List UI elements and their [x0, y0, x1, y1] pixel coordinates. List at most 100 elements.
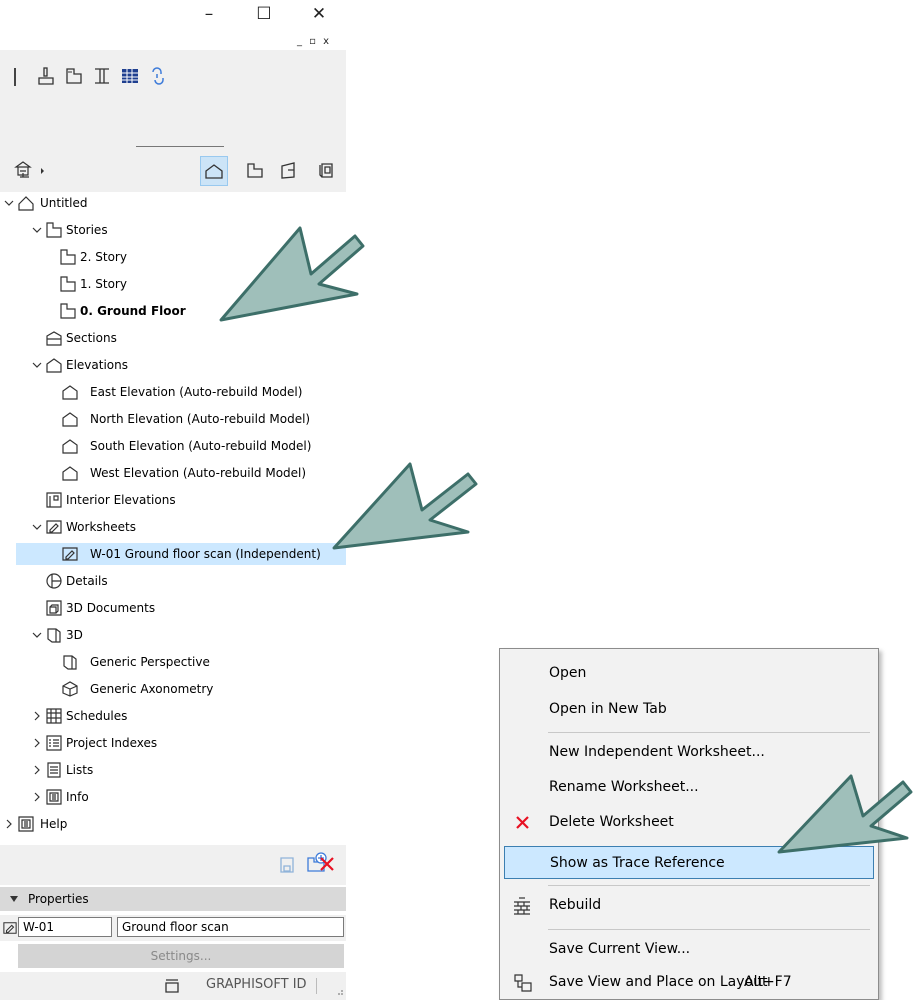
3d-icon: [47, 628, 61, 643]
settings-button[interactable]: Settings...: [18, 944, 344, 968]
worksheet-icon: [3, 922, 17, 934]
menu-item-open-new-tab[interactable]: Open in New Tab: [504, 693, 874, 726]
tree-label: Info: [66, 790, 89, 804]
tree-label: Worksheets: [66, 520, 136, 534]
tree-item-generic-perspective[interactable]: Generic Perspective: [0, 651, 346, 673]
save-place-layout-icon: [514, 974, 532, 992]
tree-label: Details: [66, 574, 108, 588]
tree-label: Sections: [66, 331, 117, 345]
tree-item-details[interactable]: Details: [0, 570, 346, 592]
menu-label: New Independent Worksheet...: [549, 744, 765, 760]
story-icon: [60, 303, 76, 319]
tree-item-worksheets[interactable]: Worksheets: [0, 516, 346, 538]
tree-item-north-elevation[interactable]: North Elevation (Auto-rebuild Model): [0, 408, 346, 430]
layout-book-icon: [281, 162, 295, 179]
grid-icon[interactable]: [120, 66, 140, 86]
detail-icon: [46, 573, 62, 589]
perspective-icon: [63, 655, 77, 670]
tree-item-untitled[interactable]: Untitled: [0, 192, 346, 214]
elevation-icon: [46, 358, 62, 373]
properties-header[interactable]: Properties: [0, 887, 346, 911]
project-map-button[interactable]: [200, 156, 228, 186]
tree-label: W-01 Ground floor scan (Independent): [90, 547, 321, 561]
chevron-right-icon[interactable]: [4, 813, 14, 835]
project-icon: [18, 196, 34, 211]
triangle-down-icon: [10, 896, 18, 902]
axonometry-icon: [62, 681, 78, 697]
tree-item-3d-documents[interactable]: 3D Documents: [0, 597, 346, 619]
tree-label: 0. Ground Floor: [80, 304, 186, 318]
menu-label: Open in New Tab: [549, 701, 667, 717]
graphisoft-id-label[interactable]: GRAPHISOFT ID: [206, 977, 307, 992]
maximize-button[interactable]: ☐: [244, 0, 284, 30]
chevron-right-icon[interactable]: [32, 732, 42, 754]
publisher-sets-button[interactable]: [314, 156, 342, 186]
menu-item-save-view-place-layout[interactable]: Save View and Place on Layout Alt+F7: [504, 966, 874, 999]
new-view-icon[interactable]: [278, 855, 298, 875]
tree-item-help[interactable]: Help: [0, 813, 346, 835]
id-field[interactable]: W-01: [18, 917, 112, 937]
annotation-arrow-trace-reference: [777, 774, 913, 854]
link-icon[interactable]: [148, 66, 168, 86]
menu-label: Save View and Place on Layout: [549, 974, 768, 990]
tree-item-interior-elevations[interactable]: Interior Elevations: [0, 489, 346, 511]
story-icon: [60, 276, 76, 292]
story-icon: [60, 249, 76, 265]
chevron-down-icon[interactable]: [4, 192, 14, 214]
tree-item-3d[interactable]: 3D: [0, 624, 346, 646]
tree-item-west-elevation[interactable]: West Elevation (Auto-rebuild Model): [0, 462, 346, 484]
view-map-button[interactable]: [242, 156, 270, 186]
story-settings-icon[interactable]: [64, 66, 84, 86]
window-icon[interactable]: [164, 979, 180, 993]
minimize-button[interactable]: –: [189, 0, 229, 30]
tree-item-south-elevation[interactable]: South Elevation (Auto-rebuild Model): [0, 435, 346, 457]
tree-label: 2. Story: [80, 250, 127, 264]
rebuild-icon: [514, 897, 530, 915]
menu-label: Delete Worksheet: [549, 814, 674, 830]
menu-separator: [548, 885, 870, 886]
layout-book-button[interactable]: [276, 156, 304, 186]
tree-item-schedules[interactable]: Schedules: [0, 705, 346, 727]
properties-fields: W-01 Ground floor scan: [0, 915, 346, 941]
menu-item-new-independent-worksheet[interactable]: New Independent Worksheet...: [504, 736, 874, 769]
tree-label: North Elevation (Auto-rebuild Model): [90, 412, 311, 426]
beam-icon[interactable]: [92, 66, 112, 86]
tree-label: 3D Documents: [66, 601, 156, 615]
name-field[interactable]: Ground floor scan: [117, 917, 344, 937]
resize-grip-icon[interactable]: [334, 986, 344, 996]
worksheet-icon: [62, 547, 78, 561]
delete-icon[interactable]: [318, 855, 336, 873]
menu-item-rebuild[interactable]: Rebuild: [504, 889, 874, 922]
chevron-right-icon[interactable]: [32, 786, 42, 808]
tree-item-sections[interactable]: Sections: [0, 327, 346, 349]
tree-item-w01-worksheet[interactable]: W-01 Ground floor scan (Independent): [16, 543, 346, 565]
navigator-menu-icon[interactable]: [14, 160, 50, 182]
tree-item-east-elevation[interactable]: East Elevation (Auto-rebuild Model): [0, 381, 346, 403]
elevation-icon: [62, 439, 78, 454]
properties-title: Properties: [28, 892, 89, 906]
tree-item-generic-axonometry[interactable]: Generic Axonometry: [0, 678, 346, 700]
document-window-controls[interactable]: _ ▫ x: [297, 36, 331, 47]
chevron-down-icon[interactable]: [32, 219, 42, 241]
menu-item-save-current-view[interactable]: Save Current View...: [504, 933, 874, 966]
chevron-down-icon[interactable]: [32, 624, 42, 646]
toolbar-separator: [14, 68, 16, 86]
close-button[interactable]: ✕: [299, 0, 339, 30]
publisher-sets-icon: [319, 163, 333, 178]
brush-icon[interactable]: [36, 66, 56, 86]
menu-label: Rename Worksheet...: [549, 779, 699, 795]
chevron-down-icon[interactable]: [32, 516, 42, 538]
chevron-right-icon[interactable]: [32, 759, 42, 781]
project-index-icon: [46, 735, 62, 751]
chevron-down-icon[interactable]: [32, 354, 42, 376]
tree-item-project-indexes[interactable]: Project Indexes: [0, 732, 346, 754]
chevron-right-icon[interactable]: [32, 705, 42, 727]
tree-item-lists[interactable]: Lists: [0, 759, 346, 781]
tree-label: South Elevation (Auto-rebuild Model): [90, 439, 312, 453]
tree-label: Untitled: [40, 196, 88, 210]
tree-label: West Elevation (Auto-rebuild Model): [90, 466, 307, 480]
tree-item-info[interactable]: Info: [0, 786, 346, 808]
menu-item-open[interactable]: Open: [504, 657, 874, 690]
tree-item-elevations[interactable]: Elevations: [0, 354, 346, 376]
status-divider: [316, 978, 317, 994]
